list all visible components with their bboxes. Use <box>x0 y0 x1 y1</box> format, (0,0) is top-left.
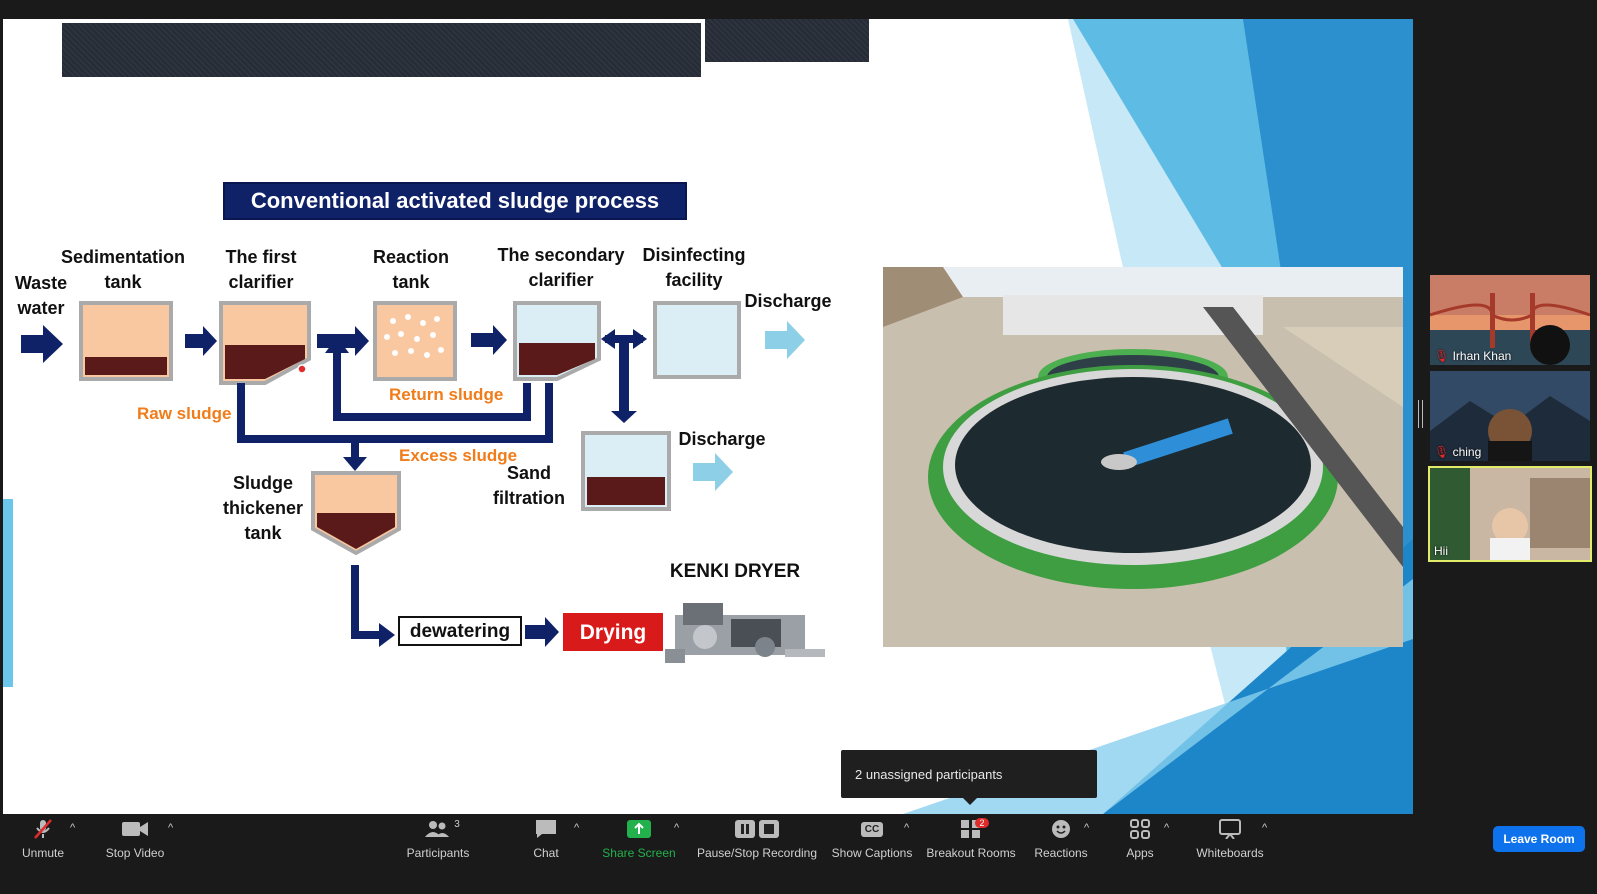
whiteboards-button[interactable]: Whiteboards <box>1192 814 1268 866</box>
chat-bubble-icon <box>534 818 558 840</box>
reactions-button[interactable]: Reactions <box>1032 814 1090 866</box>
label-return-sludge: Return sludge <box>389 385 504 404</box>
participant-name: 🎙 ching <box>1434 445 1482 459</box>
disinfecting-tank <box>653 301 741 379</box>
muted-mic-icon <box>32 818 54 840</box>
unmute-options-caret[interactable]: ^ <box>70 822 75 834</box>
share-options-caret[interactable]: ^ <box>674 822 679 834</box>
label-discharge-bottom: Discharge <box>678 429 766 449</box>
pause-stop-recording-button[interactable]: Pause/Stop Recording <box>696 814 818 866</box>
whiteboard-icon <box>1218 818 1242 840</box>
label-disinfecting-facility: Disinfecting facility <box>642 245 746 290</box>
chat-button[interactable]: Chat <box>526 814 566 866</box>
shared-slide: Conventional activated sludge process Wa… <box>3 19 1413 814</box>
breakout-rooms-icon: 2 <box>960 818 989 840</box>
waste-water-arrow <box>21 325 63 363</box>
captions-options-caret[interactable]: ^ <box>904 822 909 834</box>
label-raw-sludge: Raw sludge <box>137 404 232 423</box>
tooltip-arrow <box>962 797 978 805</box>
sedimentation-tank <box>79 301 173 381</box>
label-secondary-clarifier: The secondary clarifier <box>497 245 625 290</box>
label-sludge-thickener: Sludge thickener tank <box>222 473 304 543</box>
label-discharge-top: Discharge <box>744 291 832 311</box>
whiteboards-options-caret[interactable]: ^ <box>1262 822 1267 834</box>
participants-count: 3 <box>454 818 460 830</box>
secondary-clarifier-tank <box>513 301 601 381</box>
panel-resize-handle[interactable] <box>1418 400 1423 428</box>
show-captions-button[interactable]: CC Show Captions <box>830 814 914 866</box>
muted-mic-icon: 🎙 <box>1434 349 1450 363</box>
apps-button[interactable]: Apps <box>1122 814 1158 866</box>
label-sand-filtration: Sand filtration <box>493 463 565 508</box>
leave-room-button[interactable]: Leave Room <box>1493 826 1585 852</box>
video-camera-icon <box>121 818 149 840</box>
sludge-thickener-tank <box>311 471 401 556</box>
meeting-toolbar: Unmute ^ Stop Video ^ 3 Participants Cha… <box>0 814 1597 866</box>
label-drying: Drying <box>579 621 647 644</box>
breakout-tooltip: 2 unassigned participants <box>841 750 1097 798</box>
sand-filtration-tank <box>581 431 671 511</box>
participant-tile[interactable]: 🎙 ching <box>1430 371 1590 461</box>
closed-captions-icon: CC <box>860 818 884 840</box>
label-first-clarifier: The first clarifier <box>225 247 297 292</box>
participant-name: Hii <box>1434 544 1448 558</box>
label-sedimentation-tank: Sedimentation tank <box>60 247 185 292</box>
participants-icon: 3 <box>423 818 460 840</box>
first-clarifier-tank <box>219 301 311 385</box>
apps-options-caret[interactable]: ^ <box>1164 822 1169 834</box>
participant-name: 🎙 Irhan Khan <box>1434 349 1512 363</box>
participant-tile[interactable]: 🎙 Irhan Khan <box>1430 275 1590 365</box>
treatment-plant-photo <box>883 267 1403 647</box>
pause-stop-icon <box>733 818 781 840</box>
reactions-options-caret[interactable]: ^ <box>1084 822 1089 834</box>
muted-mic-icon: 🎙 <box>1434 445 1450 459</box>
stop-video-button[interactable]: Stop Video <box>102 814 168 866</box>
chat-options-caret[interactable]: ^ <box>574 822 579 834</box>
share-screen-icon <box>626 818 652 840</box>
participant-tile-active-speaker[interactable]: Hii <box>1428 466 1592 562</box>
label-dewatering: dewatering <box>409 621 511 642</box>
apps-icon <box>1129 818 1151 840</box>
process-diagram <box>21 301 825 663</box>
label-reaction-tank: Reaction tank <box>372 247 450 292</box>
share-screen-button[interactable]: Share Screen <box>602 814 676 866</box>
kenki-dryer-image <box>665 603 825 663</box>
participant-video <box>1430 468 1590 560</box>
breakout-rooms-button[interactable]: 2 Breakout Rooms <box>926 814 1016 866</box>
label-kenki-dryer: KENKI DRYER <box>669 561 801 582</box>
breakout-badge: 2 <box>975 818 989 828</box>
reaction-tank <box>373 301 457 381</box>
video-options-caret[interactable]: ^ <box>168 822 173 834</box>
participants-button[interactable]: 3 Participants <box>404 814 472 866</box>
unmute-button[interactable]: Unmute <box>12 814 74 866</box>
smiley-reaction-icon <box>1050 818 1072 840</box>
